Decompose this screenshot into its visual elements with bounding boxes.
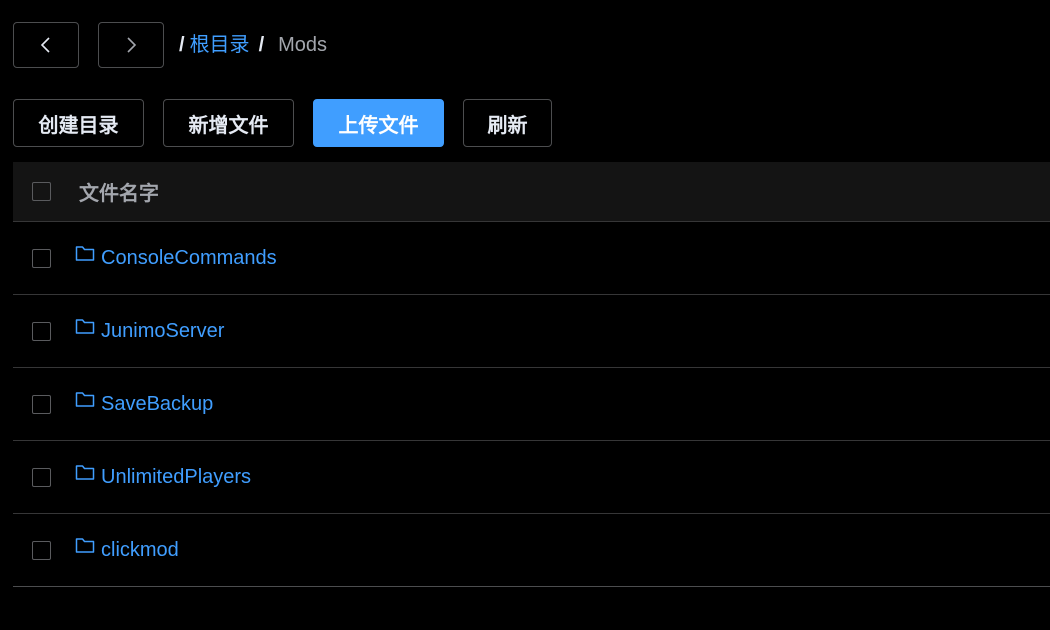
table-row: clickmod bbox=[13, 514, 1050, 587]
file-name: SaveBackup bbox=[101, 392, 214, 415]
select-all-checkbox[interactable] bbox=[32, 182, 51, 201]
file-link[interactable]: UnlimitedPlayers bbox=[75, 463, 252, 489]
table-row: UnlimitedPlayers bbox=[13, 441, 1050, 514]
column-header-name: 文件名字 bbox=[79, 183, 159, 205]
file-name: ConsoleCommands bbox=[101, 246, 277, 269]
folder-icon bbox=[75, 463, 95, 483]
forward-button[interactable] bbox=[98, 22, 164, 68]
file-link[interactable]: JunimoServer bbox=[75, 317, 225, 343]
back-button[interactable] bbox=[13, 22, 79, 68]
row-checkbox[interactable] bbox=[32, 321, 51, 341]
file-name: JunimoServer bbox=[101, 319, 225, 342]
row-checkbox[interactable] bbox=[32, 467, 51, 487]
file-link[interactable]: SaveBackup bbox=[75, 390, 214, 416]
upload-file-button[interactable]: 上传文件 bbox=[313, 99, 444, 147]
breadcrumb: / 根目录 / Mods bbox=[179, 22, 327, 68]
folder-icon bbox=[75, 317, 95, 337]
row-checkbox[interactable] bbox=[32, 540, 51, 560]
file-table: 文件名字 ConsoleCommands JunimoServer SaveBa… bbox=[13, 162, 1050, 587]
breadcrumb-separator: / bbox=[258, 34, 265, 56]
chevron-right-icon bbox=[124, 36, 138, 54]
folder-icon bbox=[75, 244, 95, 264]
file-name: clickmod bbox=[101, 538, 179, 561]
chevron-left-icon bbox=[39, 36, 53, 54]
file-link[interactable]: clickmod bbox=[75, 536, 179, 562]
nav-row: / 根目录 / Mods bbox=[13, 21, 327, 69]
file-name: UnlimitedPlayers bbox=[101, 465, 252, 488]
breadcrumb-current: Mods bbox=[278, 34, 328, 56]
breadcrumb-separator: / bbox=[179, 34, 185, 56]
row-checkbox[interactable] bbox=[32, 248, 51, 268]
table-row: ConsoleCommands bbox=[13, 222, 1050, 295]
folder-icon bbox=[75, 536, 95, 556]
breadcrumb-root-link[interactable]: 根目录 bbox=[190, 22, 250, 68]
table-header: 文件名字 bbox=[13, 162, 1050, 222]
folder-icon bbox=[75, 390, 95, 410]
file-link[interactable]: ConsoleCommands bbox=[75, 244, 277, 270]
new-file-button[interactable]: 新增文件 bbox=[163, 99, 294, 147]
table-row: JunimoServer bbox=[13, 295, 1050, 368]
file-manager-page: / 根目录 / Mods 创建目录 新增文件 上传文件 刷新 文件名字 Cons… bbox=[0, 0, 1050, 630]
toolbar: 创建目录 新增文件 上传文件 刷新 bbox=[13, 99, 571, 147]
row-checkbox[interactable] bbox=[32, 394, 51, 414]
table-row: SaveBackup bbox=[13, 368, 1050, 441]
create-directory-button[interactable]: 创建目录 bbox=[13, 99, 144, 147]
refresh-button[interactable]: 刷新 bbox=[463, 99, 552, 147]
